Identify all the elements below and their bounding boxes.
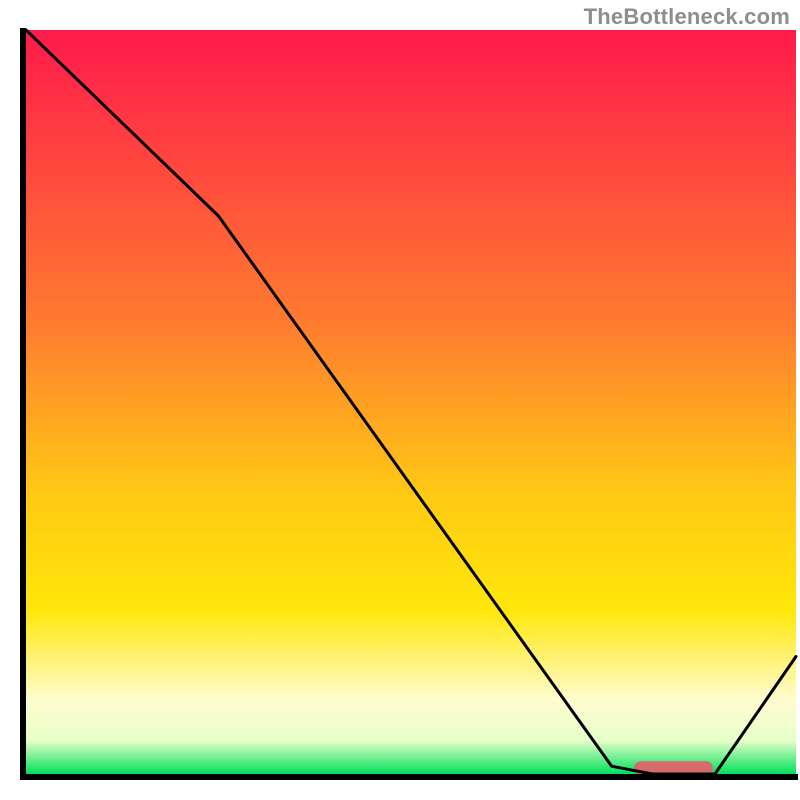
x-axis: [20, 774, 798, 780]
bottleneck-chart: TheBottleneck.com: [0, 0, 800, 800]
y-axis: [20, 28, 26, 780]
chart-svg: [0, 0, 800, 800]
watermark-label: TheBottleneck.com: [584, 4, 790, 30]
